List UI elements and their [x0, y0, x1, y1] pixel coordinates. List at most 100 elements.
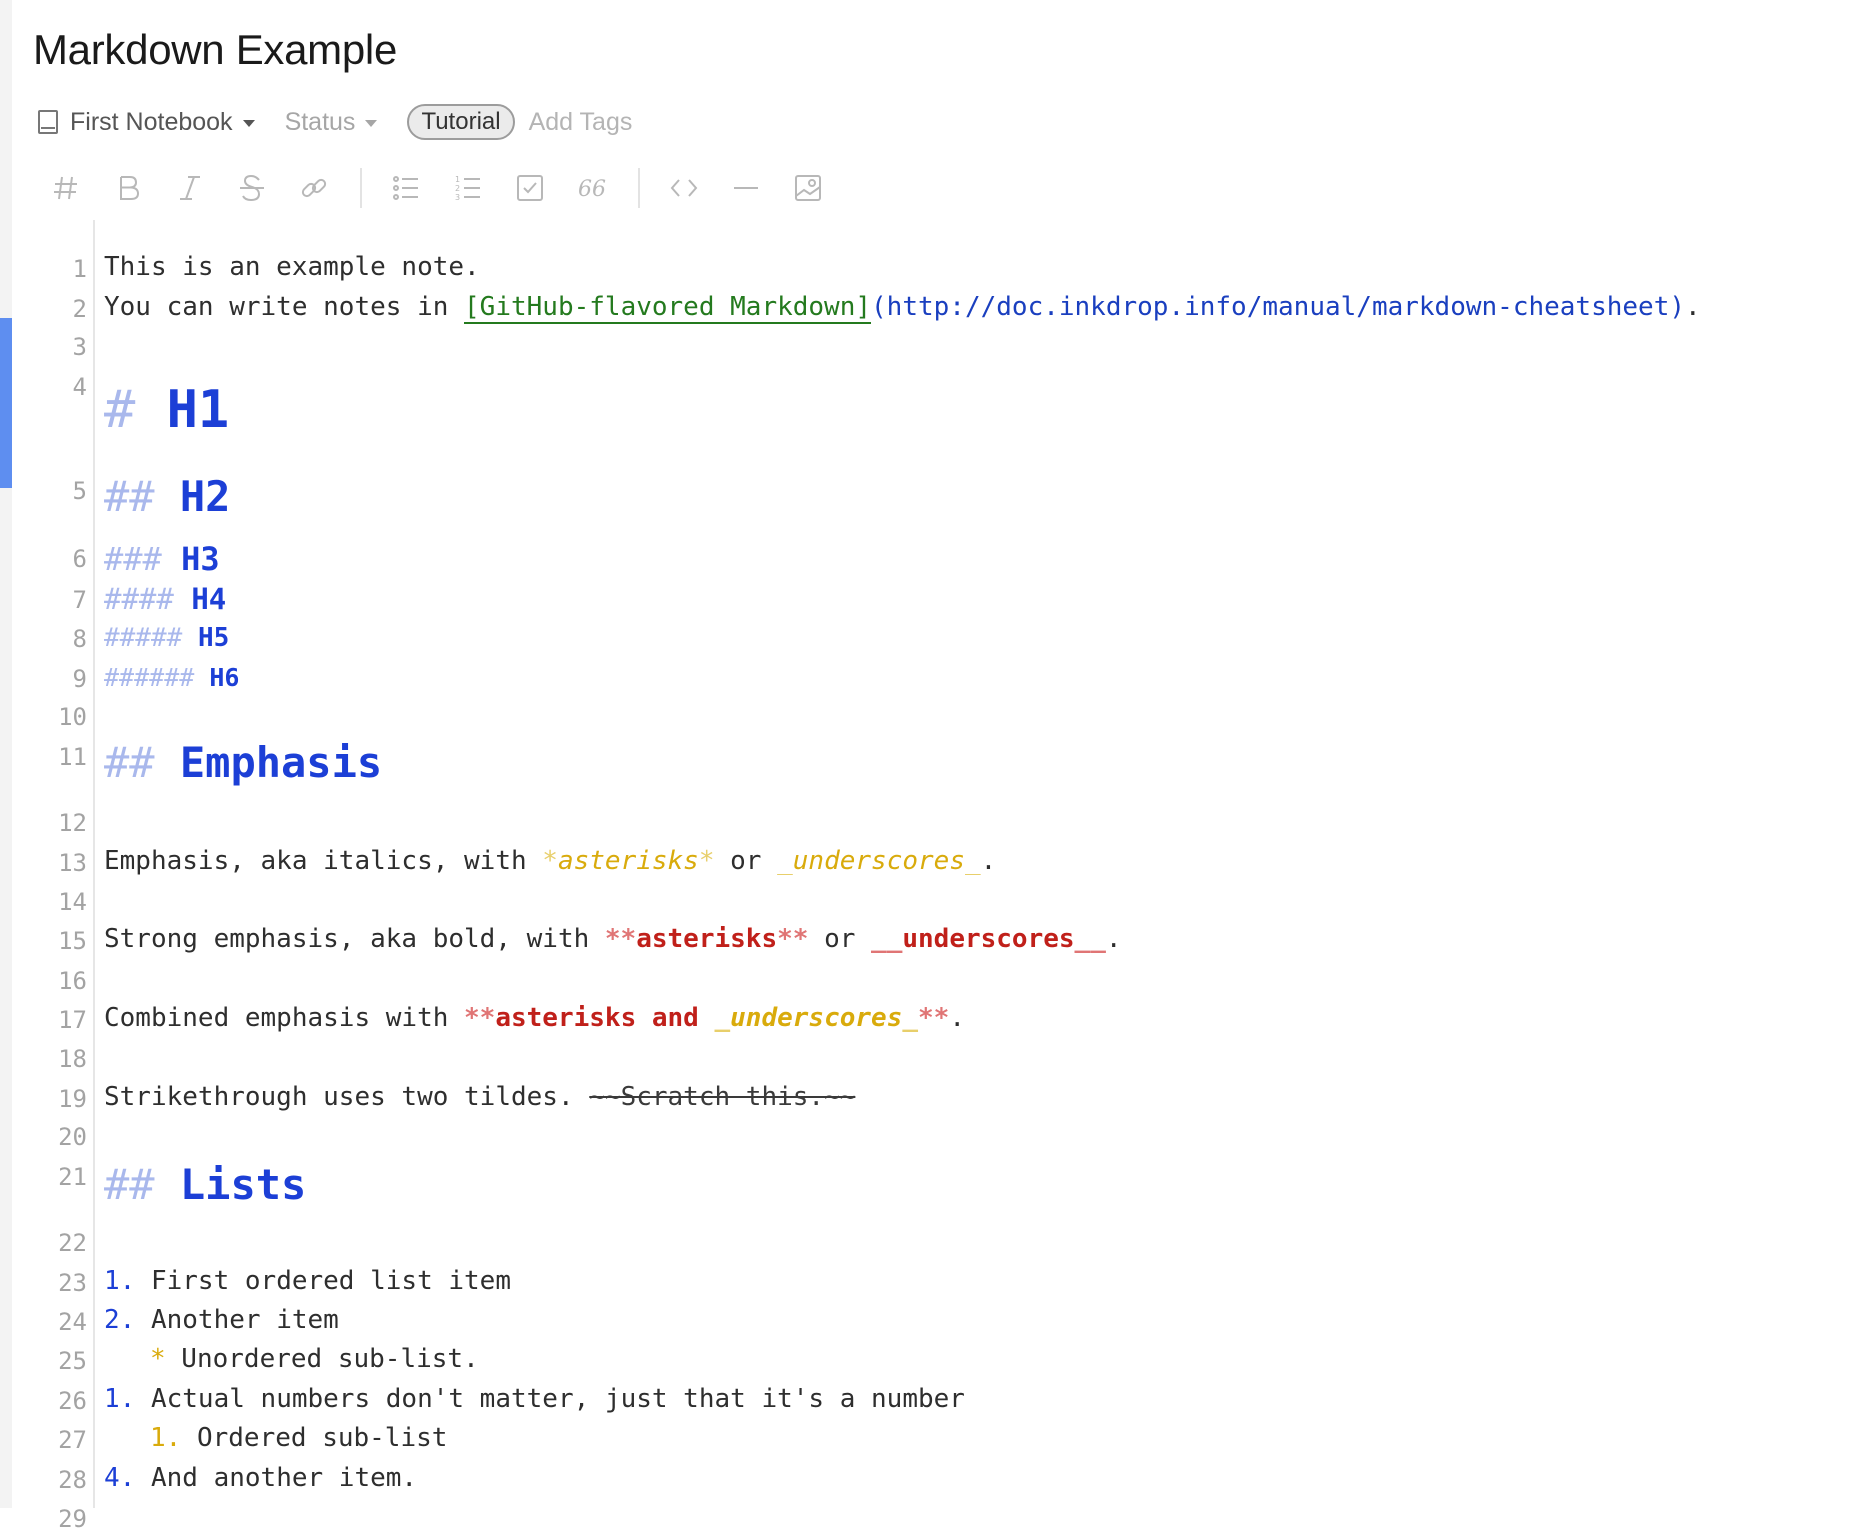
emphasis-text: underscores: [792, 846, 965, 876]
heading-marker: ###: [104, 540, 162, 578]
line-number: 28: [58, 1466, 87, 1494]
svg-text:1: 1: [455, 175, 460, 184]
strikethrough-icon[interactable]: [230, 166, 274, 210]
bold-icon[interactable]: [106, 166, 150, 210]
notebook-selector[interactable]: First Notebook: [38, 108, 255, 137]
code-icon[interactable]: [662, 166, 706, 210]
bullet-list-icon[interactable]: [384, 166, 428, 210]
editor-line: Strong emphasis, aka bold, with **asteri…: [104, 924, 1122, 954]
notebook-label: First Notebook: [70, 107, 233, 136]
line-number: 18: [58, 1045, 87, 1073]
heading-icon[interactable]: [44, 166, 88, 210]
line-number: 8: [72, 625, 87, 653]
list-item: 1. Actual numbers don't matter, just tha…: [104, 1384, 965, 1414]
heading-marker: ##: [104, 472, 155, 521]
list-item: * Unordered sub-list.: [150, 1344, 479, 1374]
editor-line: Emphasis, aka italics, with *asterisks* …: [104, 846, 996, 876]
list-text: First ordered list item: [135, 1266, 511, 1296]
strong-marker: **: [777, 924, 809, 954]
status-selector[interactable]: Status: [285, 108, 378, 137]
list-marker: 1.: [150, 1423, 182, 1453]
line-number: 7: [72, 586, 87, 614]
line-text: Combined emphasis with: [104, 1003, 465, 1033]
list-marker: *: [150, 1344, 166, 1374]
italic-icon[interactable]: [168, 166, 212, 210]
line-number: 16: [58, 967, 87, 995]
line-text: .: [1685, 292, 1701, 322]
heading-text: H3: [181, 540, 220, 578]
line-number: 2: [72, 295, 87, 323]
heading-h6: ###### H6: [104, 663, 239, 692]
list-item: 1. First ordered list item: [104, 1266, 511, 1296]
editor-line: This is an example note.: [104, 252, 480, 282]
list-marker: 4.: [104, 1463, 136, 1493]
editor-line: Strikethrough uses two tildes. ~~Scratch…: [104, 1082, 855, 1112]
note-title[interactable]: Markdown Example: [33, 26, 397, 74]
heading-text: Lists: [179, 1160, 307, 1209]
line-text: You can write notes in: [104, 292, 465, 322]
line-number: 6: [72, 545, 87, 573]
line-number: 13: [58, 849, 87, 877]
status-label: Status: [284, 107, 356, 136]
strong-text: asterisks: [636, 924, 778, 954]
tag-chip[interactable]: Tutorial: [407, 104, 515, 140]
heading-h2: ## Lists: [104, 1160, 306, 1209]
chevron-down-icon: [242, 119, 255, 127]
heading-text: H6: [209, 663, 240, 692]
list-text: And another item.: [135, 1463, 418, 1493]
heading-marker: ##: [104, 1160, 155, 1209]
list-item: 1. Ordered sub-list: [150, 1423, 447, 1453]
heading-marker: ######: [104, 663, 195, 692]
line-number: 15: [58, 927, 87, 955]
line-number: 25: [58, 1347, 87, 1375]
add-tags-input[interactable]: Add Tags: [529, 108, 633, 137]
line-number: 23: [58, 1269, 87, 1297]
line-number: 1: [72, 255, 87, 283]
link-icon[interactable]: [292, 166, 336, 210]
emphasis-marker: _: [902, 1003, 918, 1033]
horizontal-rule-icon[interactable]: [724, 166, 768, 210]
line-number: 4: [72, 373, 87, 401]
strong-text: underscores: [902, 924, 1075, 954]
line-number: 22: [58, 1229, 87, 1257]
image-icon[interactable]: [786, 166, 830, 210]
list-text: Another item: [135, 1305, 339, 1335]
emphasis-marker: _: [777, 846, 793, 876]
line-number: 21: [58, 1163, 87, 1191]
line-text: .: [949, 1003, 965, 1033]
markdown-link-url[interactable]: (http://doc.inkdrop.info/manual/markdown…: [871, 292, 1685, 322]
line-text: Strong emphasis, aka bold, with: [104, 924, 605, 954]
heading-h2: ## H2: [104, 472, 230, 521]
checkbox-icon[interactable]: [508, 166, 552, 210]
line-number: 5: [72, 477, 87, 505]
svg-text:3: 3: [455, 193, 460, 202]
line-text: Emphasis, aka italics, with: [104, 846, 543, 876]
list-text: Actual numbers don't matter, just that i…: [135, 1384, 965, 1414]
emphasis-text: underscores: [730, 1003, 903, 1033]
list-item: 2. Another item: [104, 1305, 339, 1335]
list-text: Ordered sub-list: [181, 1423, 448, 1453]
note-meta-bar: First Notebook Status Tutorial Add Tags: [38, 102, 632, 142]
heading-h2: ## Emphasis: [104, 738, 382, 787]
markdown-editor[interactable]: 1 2 3 4 5 6 7 8 9 10 11 12 13 14 15 16 1…: [0, 220, 1850, 1533]
strong-marker: **: [604, 924, 637, 954]
svg-text:66: 66: [578, 177, 606, 202]
heading-h5: ##### H5: [104, 623, 229, 653]
markdown-link-text[interactable]: [GitHub-flavored Markdown]: [464, 292, 872, 324]
emphasis-marker: _: [964, 846, 981, 876]
strong-marker: **: [918, 1003, 950, 1033]
heading-marker: ####: [104, 582, 174, 616]
quote-icon[interactable]: 66: [570, 166, 614, 210]
numbered-list-icon[interactable]: 123: [446, 166, 490, 210]
line-text: .: [980, 846, 997, 876]
line-number: 10: [58, 703, 87, 731]
svg-text:2: 2: [455, 184, 460, 193]
heading-text: H1: [166, 380, 230, 440]
list-marker: 2.: [104, 1305, 136, 1335]
line-number: 20: [58, 1123, 87, 1151]
chevron-down-icon: [365, 119, 378, 127]
notebook-icon: [38, 110, 58, 134]
line-number: 11: [58, 743, 87, 771]
line-number: 27: [58, 1426, 87, 1454]
toolbar-divider: [360, 168, 362, 208]
